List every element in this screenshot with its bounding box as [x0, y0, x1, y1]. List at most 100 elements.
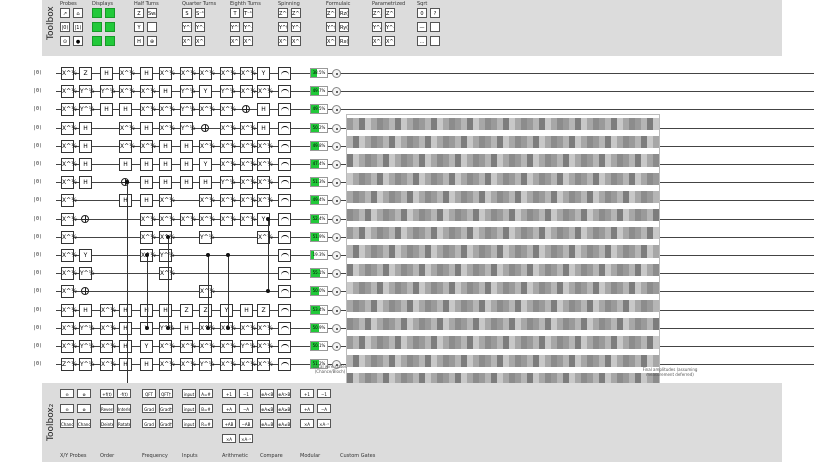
circuit-gate[interactable]: X^½ [119, 139, 135, 153]
toolbox-gate[interactable]: ×A⁻¹ [239, 434, 253, 443]
circuit-gate[interactable]: Y^½ [220, 85, 236, 99]
toolbox-gate[interactable]: +f(t) [100, 389, 114, 398]
circuit-gate[interactable]: X^½ [199, 340, 215, 353]
circuit-gate[interactable]: X^½ [199, 67, 215, 80]
circuit-gate[interactable]: X^½ [240, 358, 256, 372]
toolbox-gate[interactable]: +1 mod R [300, 389, 314, 398]
circuit-gate[interactable]: X^½ [159, 212, 175, 226]
circuit-gate[interactable]: X^½ [159, 67, 175, 80]
circuit-gate[interactable]: H [79, 121, 92, 135]
circuit-gate[interactable]: X^½ [220, 121, 236, 135]
circuit-gate[interactable]: X^½ [61, 230, 77, 244]
circuit-gate[interactable]: X^½ [159, 267, 175, 281]
circuit-gate[interactable]: X^½ [61, 321, 77, 335]
circuit-gate[interactable]: X^½ [240, 158, 256, 171]
circuit-gate[interactable]: X^½ [199, 103, 215, 117]
toolbox-gate[interactable]: Rotate [117, 419, 131, 428]
circuit-gate[interactable]: X^½ [180, 212, 196, 226]
circuit-gate[interactable]: Y^½ [79, 321, 95, 335]
circuit-gate[interactable]: X^½ [61, 267, 77, 281]
toolbox-gate[interactable]: X^¼ [230, 36, 240, 46]
toolbox-gate[interactable]: ⊕A>B [277, 389, 291, 398]
circuit-gate[interactable]: X^½ [159, 103, 175, 117]
circuit-gate[interactable]: H [180, 176, 193, 190]
toolbox-gate[interactable]: −A mod R [317, 404, 331, 413]
toolbox-gate[interactable] [430, 36, 440, 46]
control-dot[interactable] [206, 325, 210, 330]
toolbox-gate[interactable]: Y^f(t) [326, 22, 336, 32]
circuit-gate[interactable]: Z [79, 67, 92, 80]
circuit-gate[interactable]: Y^½ [240, 340, 256, 353]
circuit-gate[interactable]: X^½ [61, 340, 77, 353]
toolbox-gate[interactable]: |0⟩⟨0| [60, 22, 70, 32]
toolbox-gate[interactable]: −AB [239, 419, 253, 428]
circuit-gate[interactable]: H [140, 358, 153, 372]
circuit-gate[interactable]: X^½ [159, 121, 175, 135]
circuit-gate[interactable]: X^½ [240, 212, 256, 226]
toolbox-gate[interactable]: ⊕A=B [260, 419, 274, 428]
toolbox-gate[interactable]: ⊗ [77, 389, 91, 398]
measurement-gate[interactable] [278, 303, 291, 317]
toolbox-gate[interactable]: B=# default [199, 404, 213, 413]
circuit-gate[interactable]: H [199, 176, 212, 190]
toolbox-gate[interactable]: ⊕A≤B [260, 404, 274, 413]
circuit-gate[interactable]: Y [199, 158, 212, 171]
circuit-gate[interactable]: X^½ [61, 103, 77, 117]
measurement-gate[interactable] [278, 249, 291, 262]
circuit-gate[interactable]: X^½ [199, 139, 215, 153]
toolbox-gate[interactable]: QFT† [159, 389, 173, 398]
circuit-gate[interactable]: X^½ [140, 85, 156, 99]
circuit-gate[interactable]: Y^½ [79, 103, 95, 117]
toolbox-gate[interactable]: Deinterleave [100, 419, 114, 428]
circuit-gate[interactable]: X^½ [119, 85, 135, 99]
toolbox-gate[interactable]: 0 [417, 8, 427, 18]
toolbox-gate[interactable]: Grad [142, 404, 156, 413]
toolbox-gate[interactable]: X^-¼ [243, 36, 253, 46]
circuit-gate[interactable]: Y [79, 249, 92, 262]
measurement-gate[interactable] [278, 340, 291, 353]
toolbox-gate[interactable]: -f(t) [117, 389, 131, 398]
toolbox-gate[interactable]: Rx(f(t)) [339, 36, 349, 46]
circuit-gate[interactable]: X^½ [257, 358, 273, 372]
circuit-gate[interactable]: Z^½ [61, 358, 77, 372]
toolbox-gate[interactable]: +1 [222, 389, 236, 398]
toolbox-gate[interactable]: Z [134, 8, 144, 18]
circuit-gate[interactable]: X^½ [61, 303, 77, 317]
toolbox-gate[interactable]: −1 mod R [317, 389, 331, 398]
measurement-gate[interactable] [278, 194, 291, 208]
control-dot[interactable] [145, 325, 149, 330]
toolbox-gate[interactable]: QFT [142, 389, 156, 398]
toolbox-gate[interactable]: input B [182, 404, 196, 413]
circuit-gate[interactable]: H [159, 176, 172, 190]
toolbox-gate[interactable]: X^-½ [195, 36, 205, 46]
toolbox-gate[interactable]: Y [134, 22, 144, 32]
control-dot[interactable] [266, 289, 270, 294]
toolbox-gate[interactable] [105, 36, 115, 46]
circuit-gate[interactable]: H [159, 85, 172, 99]
circuit-gate[interactable]: Z [199, 303, 212, 317]
circuit-gate[interactable]: X^½ [220, 212, 236, 226]
toolbox-gate[interactable]: ⊖ [60, 404, 74, 413]
toolbox-gate[interactable]: ×A [222, 434, 236, 443]
circuit-gate[interactable]: X^½ [240, 321, 256, 335]
circuit-gate[interactable]: Y^½ [180, 121, 196, 135]
circuit-gate[interactable]: X^½ [61, 212, 77, 226]
measurement-gate[interactable] [278, 321, 291, 335]
circuit-gate[interactable]: X^½ [140, 103, 156, 117]
circuit-gate[interactable]: H [119, 340, 132, 353]
toolbox-gate[interactable]: T⁻¹ [243, 8, 253, 18]
toolbox-gate[interactable]: Z^-t [291, 8, 301, 18]
circuit-gate[interactable]: H [140, 176, 153, 190]
circuit-gate[interactable]: X^½ [220, 358, 236, 372]
toolbox-gate[interactable]: Z^A/2ⁿ [372, 8, 382, 18]
toolbox-gate[interactable]: ⊕A≥B [277, 404, 291, 413]
circuit-gate[interactable]: Y^½ [100, 85, 116, 99]
cnot-target-icon[interactable] [201, 123, 209, 132]
circuit-gate[interactable]: Y^½ [79, 85, 95, 99]
circuit-gate[interactable]: X^½ [61, 249, 77, 262]
circuit-gate[interactable]: X^½ [159, 358, 175, 372]
circuit-gate[interactable]: Y^½ [159, 249, 175, 262]
circuit-gate[interactable]: X^½ [61, 121, 77, 135]
measurement-gate[interactable] [278, 230, 291, 244]
circuit-gate[interactable]: H [79, 139, 92, 153]
